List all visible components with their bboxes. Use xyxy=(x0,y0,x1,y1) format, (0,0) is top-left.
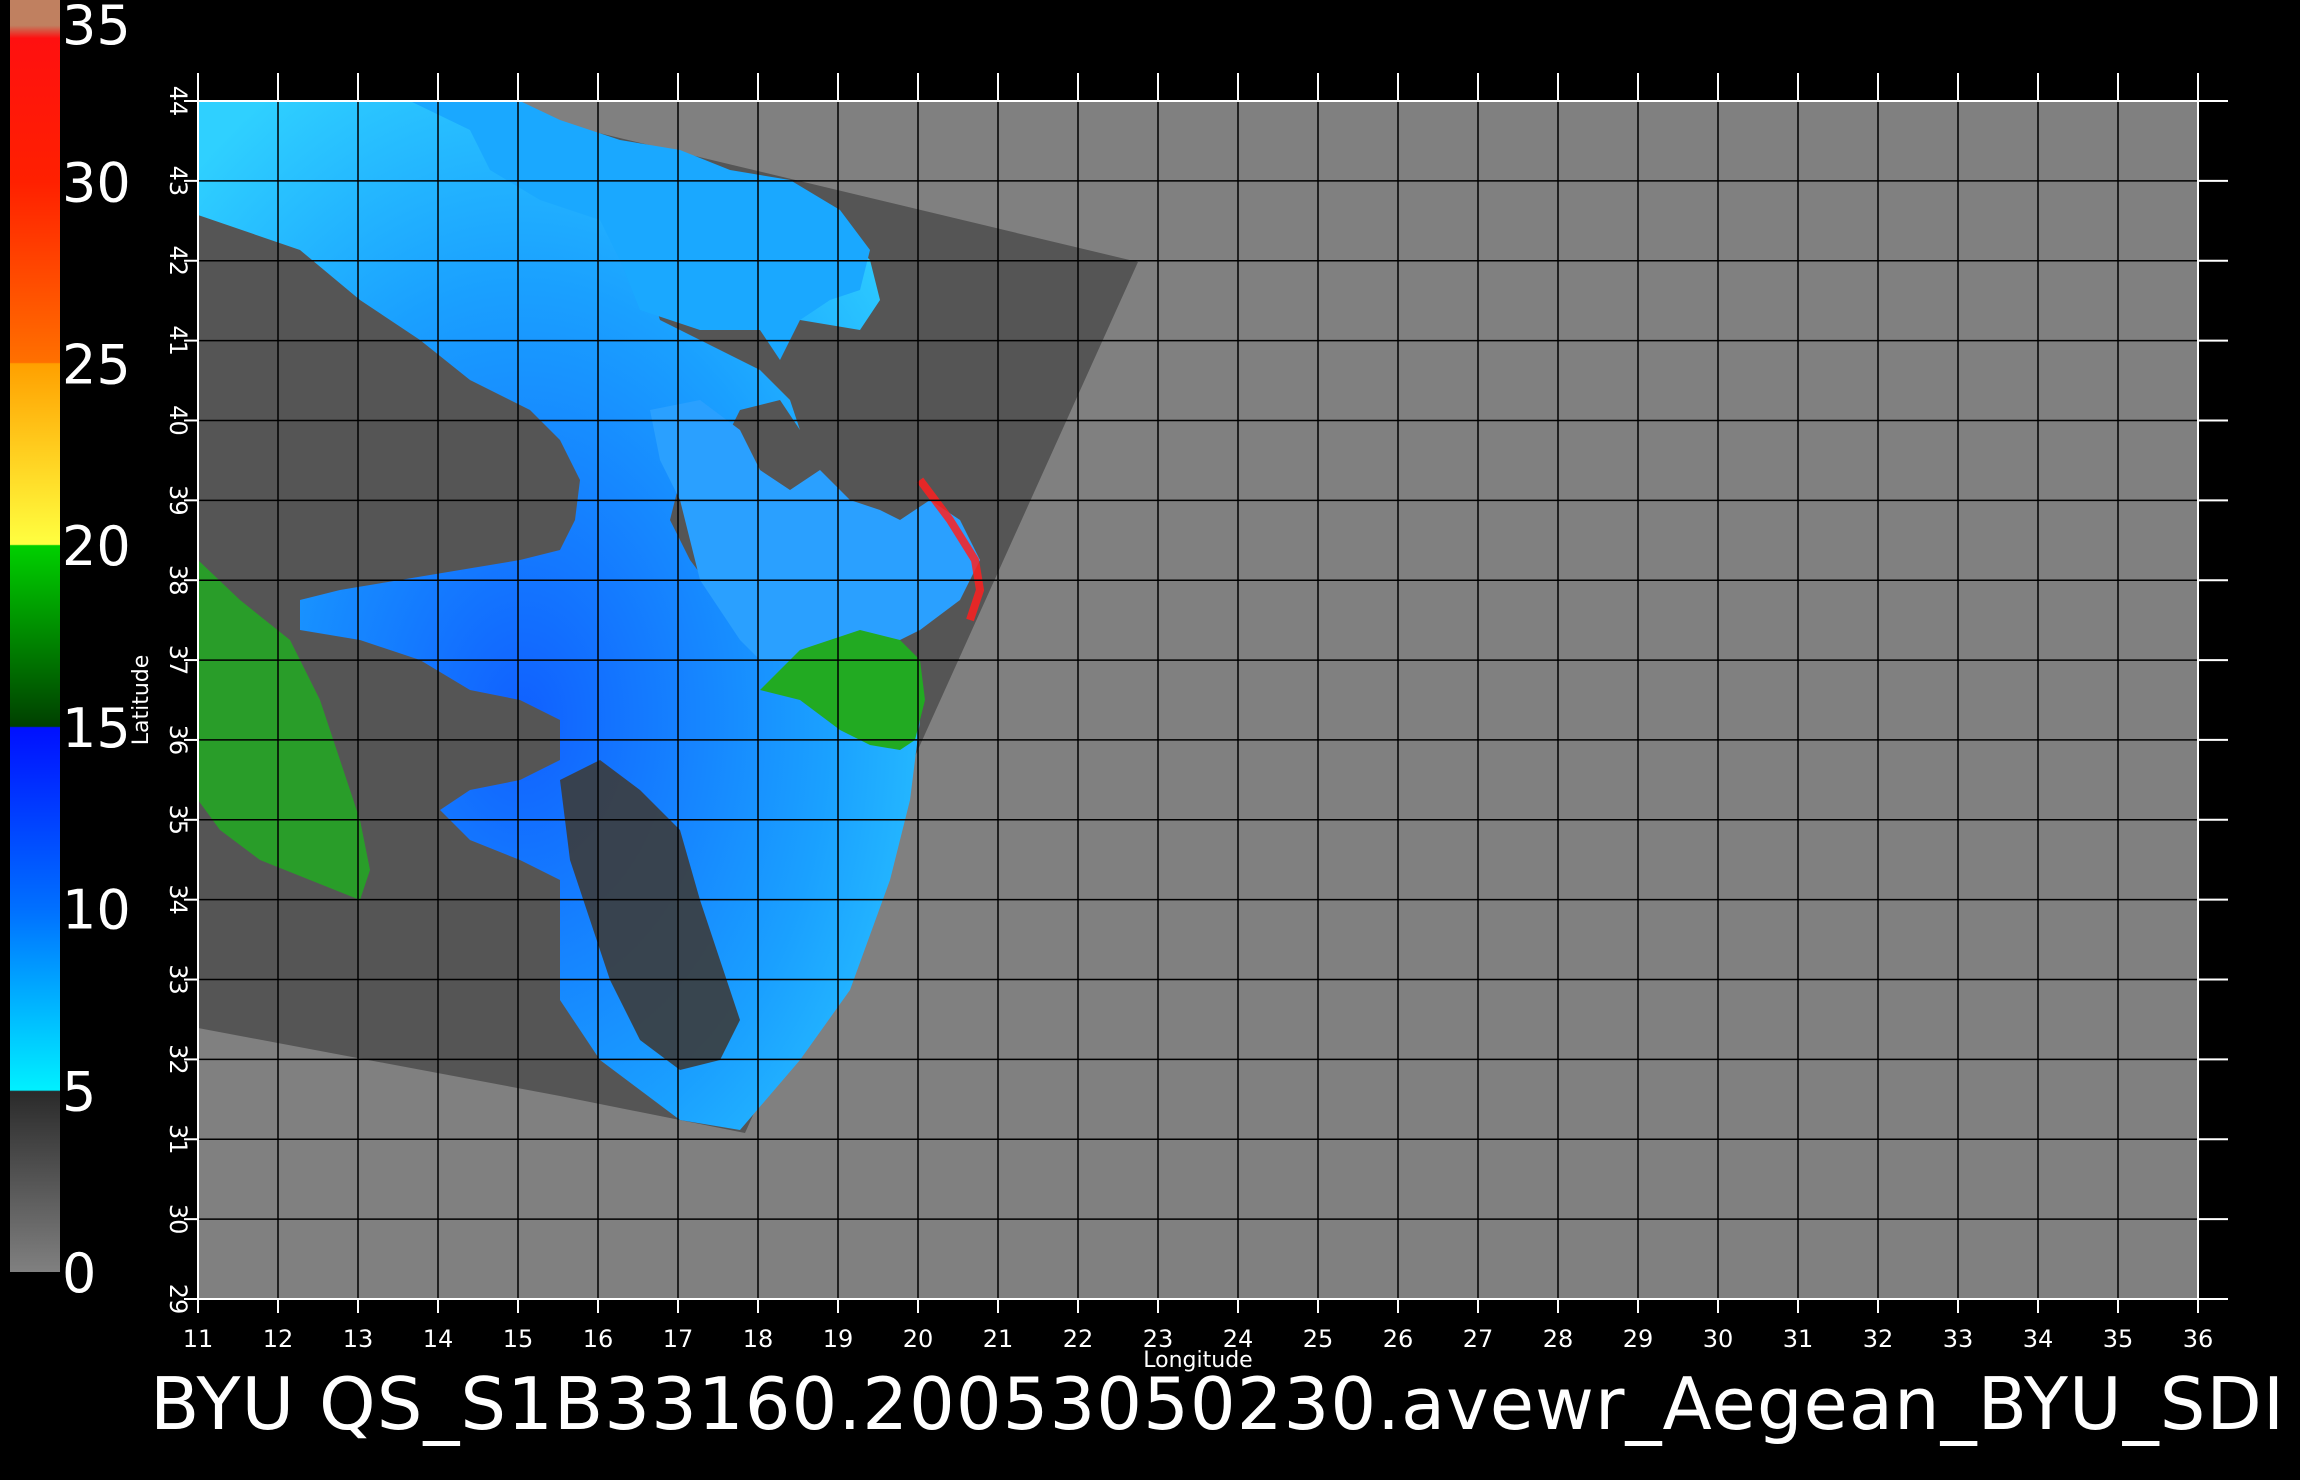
x-tick-label-25: 25 xyxy=(1303,1325,1334,1353)
x-tick-label-15: 15 xyxy=(503,1325,534,1353)
y-tick-label-32: 32 xyxy=(164,1044,192,1075)
x-tick-label-29: 29 xyxy=(1623,1325,1654,1353)
y-tick-label-36: 36 xyxy=(164,725,192,756)
y-tick-label-41: 41 xyxy=(164,325,192,356)
x-tick-label-36: 36 xyxy=(2183,1325,2214,1353)
y-tick-label-40: 40 xyxy=(164,405,192,436)
x-tick-label-18: 18 xyxy=(743,1325,774,1353)
colorbar-label-10: 10 xyxy=(62,879,131,942)
x-tick-label-35: 35 xyxy=(2103,1325,2134,1353)
colorbar-label-20: 20 xyxy=(62,515,131,578)
y-axis-title: Latitude xyxy=(129,655,154,746)
x-tick-label-14: 14 xyxy=(423,1325,454,1353)
y-tick-label-31: 31 xyxy=(164,1124,192,1155)
x-tick-label-16: 16 xyxy=(583,1325,614,1353)
colorbar-label-0: 0 xyxy=(62,1242,96,1305)
y-tick-label-33: 33 xyxy=(164,964,192,995)
y-tick-label-37: 37 xyxy=(164,645,192,676)
y-tick-label-38: 38 xyxy=(164,565,192,596)
y-tick-label-43: 43 xyxy=(164,166,192,197)
x-tick-label-33: 33 xyxy=(1943,1325,1974,1353)
y-tick-label-42: 42 xyxy=(164,245,192,276)
y-tick-label-30: 30 xyxy=(164,1204,192,1235)
x-tick-label-20: 20 xyxy=(903,1325,934,1353)
x-tick-label-21: 21 xyxy=(983,1325,1014,1353)
colorbar-label-25: 25 xyxy=(62,333,131,396)
figure-caption: BYU QS_S1B33160.20053050230.avewr_Aegean… xyxy=(150,1362,2286,1446)
x-tick-label-31: 31 xyxy=(1783,1325,1814,1353)
x-tick-label-28: 28 xyxy=(1543,1325,1574,1353)
x-tick-label-13: 13 xyxy=(343,1325,374,1353)
y-tick-label-34: 34 xyxy=(164,884,192,915)
x-tick-label-30: 30 xyxy=(1703,1325,1734,1353)
x-tick-label-32: 32 xyxy=(1863,1325,1894,1353)
x-tick-label-22: 22 xyxy=(1063,1325,1094,1353)
colorbar: 35 30 25 20 15 10 5 0 xyxy=(10,0,131,1305)
x-tick-label-17: 17 xyxy=(663,1325,694,1353)
x-tick-label-34: 34 xyxy=(2023,1325,2054,1353)
colorbar-label-15: 15 xyxy=(62,697,131,760)
y-tick-label-44: 44 xyxy=(164,86,192,117)
colorbar-label-5: 5 xyxy=(62,1060,96,1123)
map-plot: 35 30 25 20 15 10 5 0 11 12 13 14 15 16 17 18 19 20 21 22 2… xyxy=(10,0,2228,1373)
colorbar-label-30: 30 xyxy=(62,152,131,215)
x-tick-label-11: 11 xyxy=(183,1325,214,1353)
y-tick-label-39: 39 xyxy=(164,485,192,516)
y-tick-label-35: 35 xyxy=(164,805,192,836)
x-tick-label-12: 12 xyxy=(263,1325,294,1353)
colorbar-strip xyxy=(10,0,60,1272)
x-tick-label-26: 26 xyxy=(1383,1325,1414,1353)
x-tick-label-27: 27 xyxy=(1463,1325,1494,1353)
y-tick-label-29: 29 xyxy=(164,1284,192,1315)
colorbar-label-35: 35 xyxy=(62,0,131,57)
x-tick-label-19: 19 xyxy=(823,1325,854,1353)
map-figure: 35 30 25 20 15 10 5 0 11 12 13 14 15 16 17 18 19 20 21 22 2… xyxy=(0,0,2300,1480)
